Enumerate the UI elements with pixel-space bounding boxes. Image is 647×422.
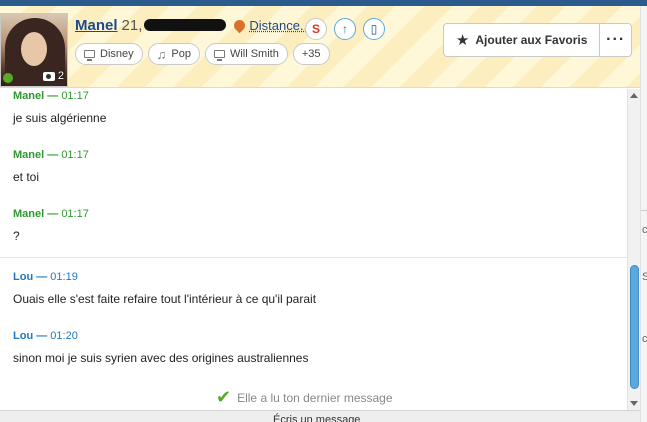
read-receipt: ✔ Elle a lu ton dernier message (216, 387, 393, 407)
monitor-icon (213, 50, 225, 61)
add-favorite-button[interactable]: ★ Ajouter aux Favoris (444, 24, 599, 56)
distance-link[interactable]: Distance... (249, 18, 310, 33)
avatar[interactable]: 2 (0, 13, 68, 87)
more-options-button[interactable]: ··· (599, 24, 631, 56)
scroll-down-icon[interactable] (630, 401, 638, 406)
message-text: et toi (13, 170, 40, 184)
more-interests-tag[interactable]: +35 (292, 43, 330, 65)
message: Manel — 01:17 je suis algérienne (13, 90, 106, 125)
phone-icon[interactable]: ▯ (363, 18, 385, 40)
monitor-icon (84, 50, 95, 61)
profile-age: 21, (121, 16, 143, 34)
online-badge (3, 73, 13, 83)
checkmark-icon: ✔ (216, 387, 232, 407)
interest-tag[interactable]: Will Smith (204, 43, 288, 65)
favorite-button-group: ★ Ajouter aux Favoris ··· (443, 23, 632, 57)
message: Lou — 01:19 Ouais elle s'est faite refai… (13, 271, 316, 306)
camera-icon (42, 71, 55, 81)
message-input-placeholder: Écris un message (273, 414, 361, 422)
message-header: Lou — 01:20 (13, 330, 78, 342)
music-note-icon: ♫ (156, 46, 167, 62)
message-text: sinon moi je suis syrien avec des origin… (13, 351, 309, 365)
message: Manel — 01:17 ? (13, 208, 89, 243)
divider (0, 257, 627, 258)
message-text: Ouais elle s'est faite refaire tout l'in… (13, 292, 317, 306)
location-pin-icon (232, 17, 248, 33)
scrollbar[interactable] (627, 89, 640, 410)
message-text: ? (13, 229, 20, 243)
star-icon: ★ (455, 32, 470, 49)
scrollbar-thumb[interactable] (630, 265, 639, 389)
profile-name[interactable]: Manel (75, 17, 118, 34)
message: Lou — 01:20 sinon moi je suis syrien ave… (13, 330, 308, 365)
up-arrow-icon[interactable]: ↑ (334, 18, 356, 40)
name-row: Manel 21, Distance... (75, 14, 311, 36)
side-strip: c S c (640, 6, 647, 422)
message-input[interactable]: Écris un message (0, 410, 640, 422)
message-list: Manel — 01:17 je suis algérienne Manel —… (0, 89, 627, 410)
s-logo-icon[interactable]: S (305, 18, 327, 40)
profile-header: 2 Manel 21, Distance... S ↑ ▯ Disney ♫ P… (0, 6, 640, 88)
photo-count: 2 (42, 70, 64, 82)
redacted-text (144, 19, 227, 31)
message-header: Manel — 01:17 (13, 90, 89, 102)
message-header: Lou — 01:19 (13, 271, 78, 283)
message-header: Manel — 01:17 (13, 208, 89, 220)
interest-tags: Disney ♫ Pop Will Smith +35 (75, 43, 330, 65)
message-text: je suis algérienne (13, 111, 107, 125)
scroll-up-icon[interactable] (630, 93, 638, 98)
message-header: Manel — 01:17 (13, 149, 89, 161)
interest-tag[interactable]: ♫ Pop (147, 43, 200, 65)
interest-tag[interactable]: Disney (75, 43, 143, 65)
message: Manel — 01:17 et toi (13, 149, 89, 184)
